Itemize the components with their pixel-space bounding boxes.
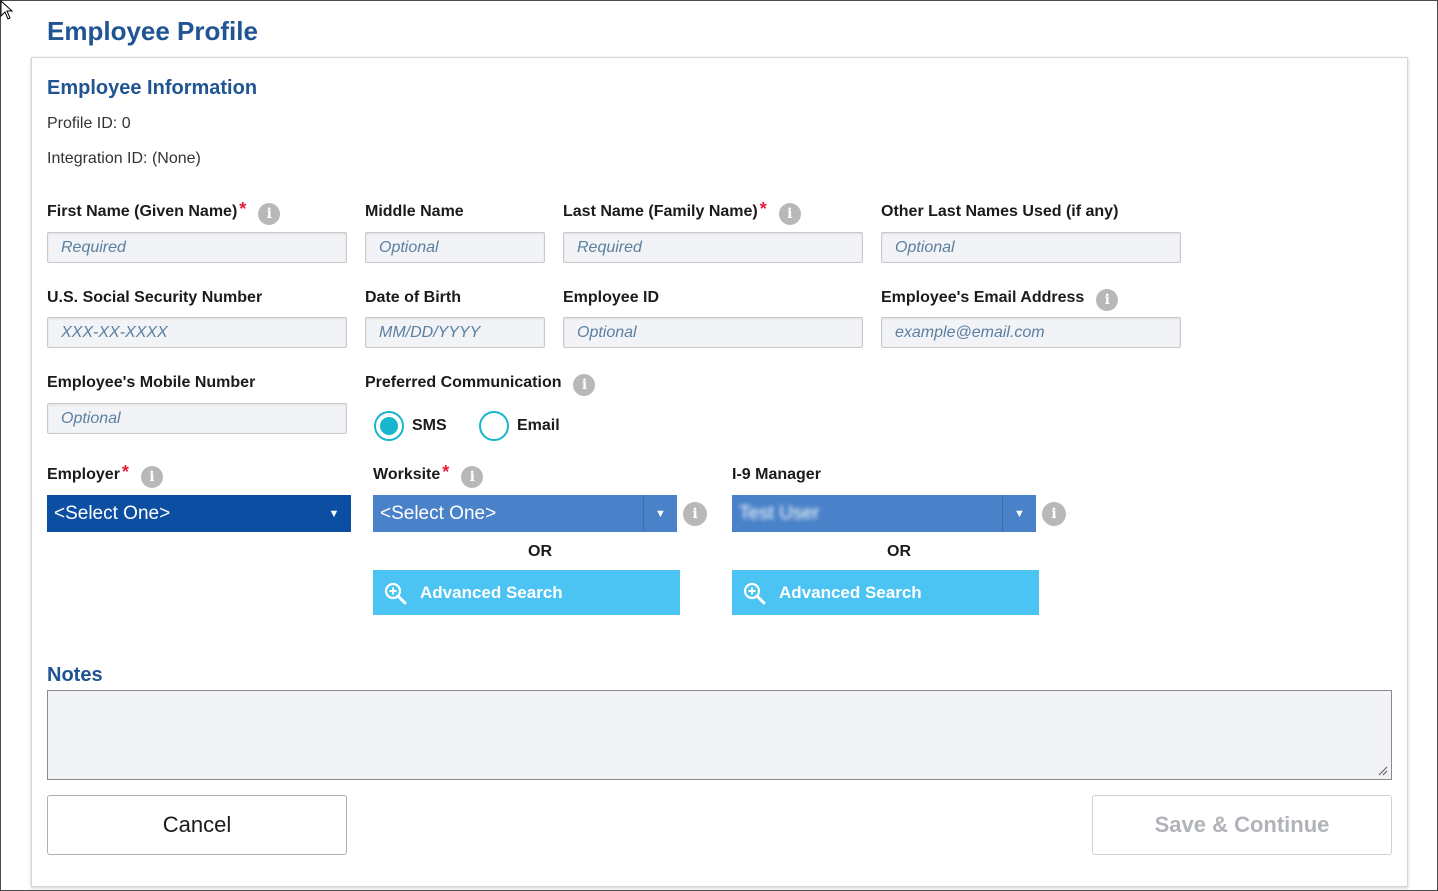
required-asterisk: * (239, 199, 247, 219)
caret-down-icon: ▼ (1002, 495, 1036, 532)
radio-email-label: Email (517, 417, 560, 434)
dob-label: Date of Birth (365, 289, 461, 307)
first-name-label: First Name (Given Name) * i (47, 199, 281, 225)
worksite-label-text: Worksite (373, 466, 441, 483)
radio-button-selected[interactable] (374, 411, 404, 441)
last-name-label: Last Name (Family Name) * i (563, 199, 801, 225)
worksite-or: OR (528, 543, 552, 560)
advanced-search-label: Advanced Search (779, 582, 922, 602)
worksite-label: Worksite * i (373, 462, 484, 488)
profile-id: Profile ID: 0 (47, 115, 131, 132)
dob-label-text: Date of Birth (365, 289, 461, 306)
advanced-search-label: Advanced Search (420, 582, 563, 602)
resize-grip-icon[interactable] (1378, 766, 1388, 776)
radio-dot (380, 417, 398, 435)
required-asterisk: * (121, 462, 129, 482)
email-label-text: Employee's Email Address (881, 289, 1085, 306)
notes-textarea[interactable] (47, 690, 1392, 780)
communication-label: Preferred Communication i (365, 374, 596, 396)
integration-id: Integration ID: (None) (47, 150, 201, 167)
info-icon[interactable]: i (258, 203, 281, 225)
mobile-label: Employee's Mobile Number (47, 374, 255, 392)
middle-name-label-text: Middle Name (365, 203, 464, 220)
radio-button[interactable] (479, 411, 509, 441)
ssn-label: U.S. Social Security Number (47, 289, 262, 307)
i9-manager-label: I-9 Manager (732, 466, 821, 484)
communication-label-text: Preferred Communication (365, 374, 562, 391)
magnify-plus-icon (743, 582, 766, 604)
i9-manager-select[interactable]: Test User ▼ (732, 495, 1036, 532)
last-name-label-text: Last Name (Family Name) (563, 203, 758, 220)
info-icon[interactable]: i (1042, 502, 1066, 526)
save-continue-button[interactable]: Save & Continue (1092, 795, 1392, 855)
employer-label-text: Employer (47, 466, 120, 483)
i9-manager-or: OR (887, 543, 911, 560)
ssn-input[interactable] (47, 317, 347, 348)
i9-manager-select-value: Test User (739, 502, 820, 524)
employer-select-value: <Select One> (54, 502, 171, 524)
last-name-input[interactable] (563, 232, 863, 263)
worksite-select-value: <Select One> (380, 502, 497, 524)
other-last-names-label-text: Other Last Names Used (if any) (881, 203, 1119, 220)
notes-label: Notes (47, 664, 103, 686)
first-name-label-text: First Name (Given Name) (47, 203, 238, 220)
other-last-names-label: Other Last Names Used (if any) (881, 203, 1118, 221)
info-icon[interactable]: i (683, 502, 707, 526)
ssn-label-text: U.S. Social Security Number (47, 289, 263, 306)
section-title: Employee Information (47, 77, 258, 99)
email-label: Employee's Email Address i (881, 289, 1119, 311)
employee-id-label-text: Employee ID (563, 289, 660, 306)
caret-down-icon: ▼ (643, 495, 677, 532)
middle-name-input[interactable] (365, 232, 545, 263)
mobile-input[interactable] (47, 403, 347, 434)
radio-sms[interactable]: SMS (374, 411, 447, 441)
cancel-button[interactable]: Cancel (47, 795, 347, 855)
i9-manager-label-text: I-9 Manager (732, 466, 821, 483)
info-icon[interactable]: i (573, 374, 596, 396)
radio-email[interactable]: Email (479, 411, 560, 441)
i9-manager-advanced-search-button[interactable]: Advanced Search (732, 570, 1039, 615)
required-asterisk: * (759, 199, 767, 219)
caret-down-icon: ▼ (328, 507, 340, 520)
cursor-arrow-icon (0, 0, 14, 20)
worksite-advanced-search-button[interactable]: Advanced Search (373, 570, 680, 615)
magnify-plus-icon (384, 582, 407, 604)
worksite-select[interactable]: <Select One> ▼ (373, 495, 677, 532)
email-input[interactable] (881, 317, 1181, 348)
first-name-input[interactable] (47, 232, 347, 263)
info-icon[interactable]: i (778, 203, 801, 225)
other-last-names-input[interactable] (881, 232, 1181, 263)
page-title: Employee Profile (47, 16, 258, 46)
radio-sms-label: SMS (412, 417, 447, 434)
middle-name-label: Middle Name (365, 203, 464, 221)
employee-id-label: Employee ID (563, 289, 659, 307)
employee-id-input[interactable] (563, 317, 863, 348)
info-icon[interactable]: i (1096, 289, 1119, 311)
info-icon[interactable]: i (140, 466, 163, 488)
info-icon[interactable]: i (461, 466, 484, 488)
employer-label: Employer * i (47, 462, 163, 488)
mobile-label-text: Employee's Mobile Number (47, 374, 256, 391)
employer-select[interactable]: <Select One> ▼ (47, 495, 351, 532)
dob-input[interactable] (365, 317, 545, 348)
required-asterisk: * (442, 462, 450, 482)
